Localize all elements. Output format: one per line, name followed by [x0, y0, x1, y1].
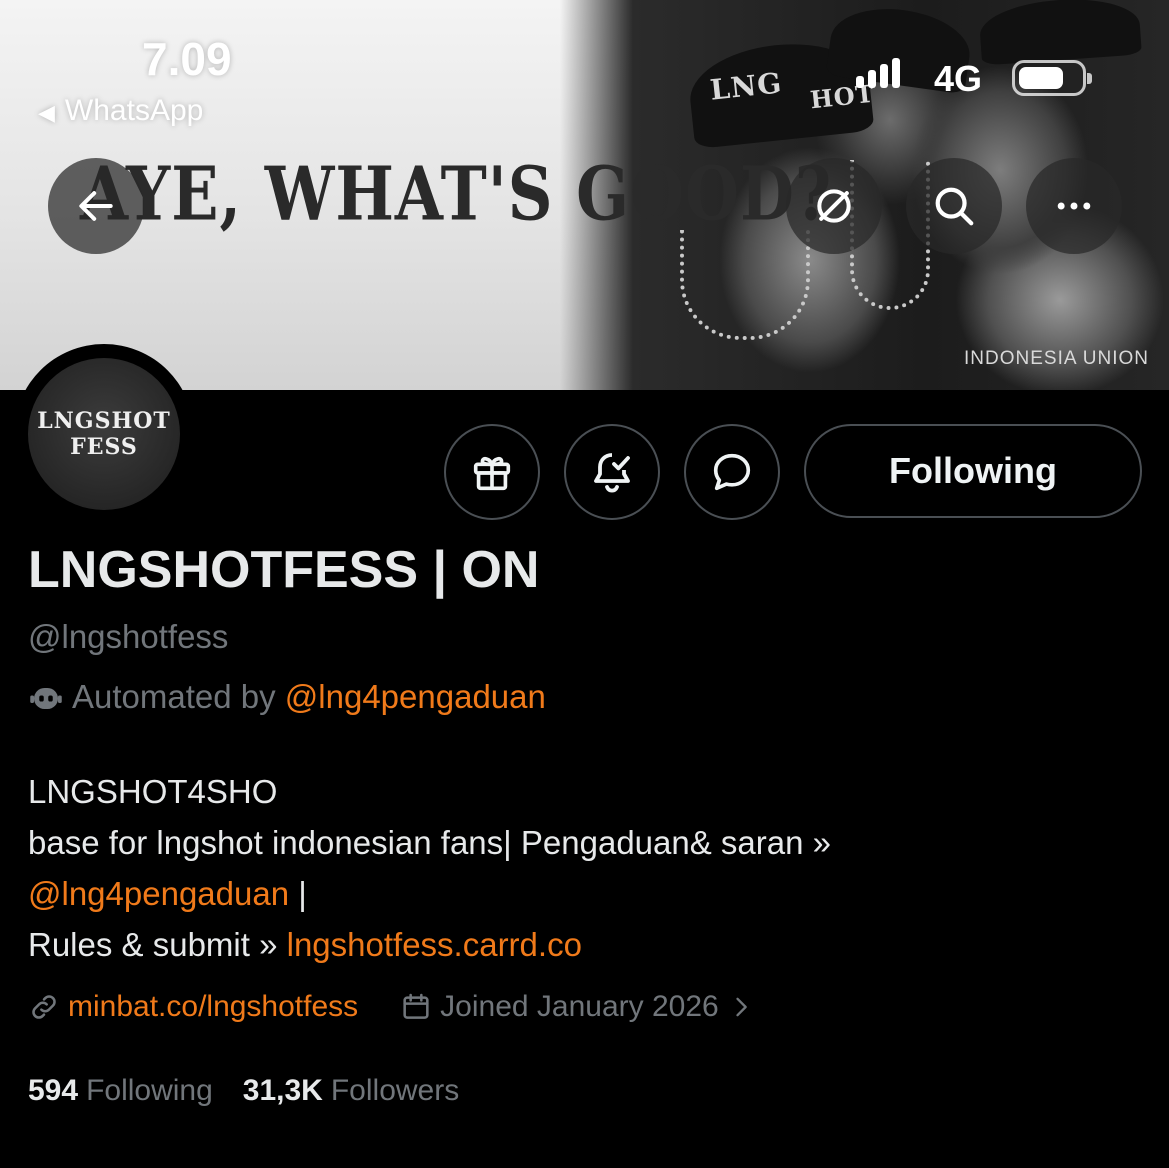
banner-cap: [978, 0, 1142, 66]
joined-date: Joined January 2026: [440, 990, 719, 1023]
back-app-label: WhatsApp: [64, 94, 204, 127]
back-button[interactable]: [48, 158, 144, 254]
back-to-app-link[interactable]: ◀ WhatsApp: [38, 94, 203, 128]
bio-line: @lng4pengaduan |: [28, 868, 831, 919]
robot-icon: [30, 688, 62, 709]
message-button[interactable]: [684, 424, 780, 520]
more-dots-icon: [1057, 202, 1091, 210]
arrow-left-icon: [79, 191, 113, 221]
gift-button[interactable]: [444, 424, 540, 520]
website-link[interactable]: minbat.co/lngshotfess: [68, 990, 358, 1024]
notifications-button[interactable]: [564, 424, 660, 520]
avatar[interactable]: LNGSHOT FESS: [28, 358, 180, 510]
bio-rules-prefix: Rules & submit »: [28, 926, 287, 963]
slashed-circle-icon: [817, 189, 851, 223]
bio-line: LNGSHOT4SHO: [28, 773, 278, 810]
chevron-right-icon: [736, 997, 747, 1017]
follow-stats: 594 Following 31,3K Followers: [28, 1074, 459, 1108]
automated-prefix: Automated by: [72, 678, 276, 715]
following-count: 594: [28, 1074, 79, 1107]
message-bubble-icon: [713, 453, 751, 491]
joined-item[interactable]: Joined January 2026: [400, 990, 755, 1024]
link-icon: [32, 995, 56, 1019]
gift-icon: [473, 456, 511, 491]
banner-chain: [680, 230, 810, 340]
grok-button[interactable]: [786, 158, 882, 254]
website-item[interactable]: minbat.co/lngshotfess: [28, 990, 358, 1024]
bio-mention-link[interactable]: @lng4pengaduan: [28, 875, 289, 912]
followers-stat[interactable]: 31,3K Followers: [243, 1074, 459, 1108]
profile-bio: LNGSHOT4SHO base for lngshot indonesian …: [28, 766, 831, 970]
avatar-logo-line: LNGSHOT: [37, 408, 171, 434]
calendar-icon: [403, 993, 429, 1019]
following-button[interactable]: Following: [804, 424, 1142, 518]
banner-slogan: AYE, WHAT'S GOOD?: [80, 150, 833, 238]
status-time: 7.09: [142, 33, 232, 85]
bio-line: base for lngshot indonesian fans| Pengad…: [28, 824, 831, 861]
bio-mention-suffix: |: [289, 875, 307, 912]
bio-line: Rules & submit » lngshotfess.carrd.co: [28, 919, 831, 970]
automated-by-link[interactable]: @lng4pengaduan: [285, 678, 546, 716]
profile-meta: minbat.co/lngshotfess Joined January 202…: [28, 990, 755, 1024]
avatar-logo-line: FESS: [70, 434, 138, 460]
banner-watermark: INDONESIA UNION: [964, 348, 1149, 369]
search-button[interactable]: [906, 158, 1002, 254]
more-button[interactable]: [1026, 158, 1122, 254]
bell-check-icon: [594, 453, 630, 493]
profile-page: LNG HOT INDONESIA UNION AYE, WHAT'S GOOD…: [0, 0, 1169, 1168]
battery-icon: [1012, 60, 1092, 96]
following-stat[interactable]: 594 Following: [28, 1074, 213, 1108]
bio-carrd-link[interactable]: lngshotfess.carrd.co: [287, 926, 582, 963]
following-label: Following: [86, 1074, 213, 1107]
back-triangle-icon: ◀: [38, 100, 55, 125]
search-icon: [935, 187, 974, 226]
automated-label: Automated by @lng4pengaduan: [28, 678, 546, 716]
signal-icon: [856, 58, 900, 88]
followers-label: Followers: [330, 1074, 460, 1107]
display-name: LNGSHOTFESS | ON: [28, 541, 540, 599]
user-handle: @lngshotfess: [28, 618, 229, 655]
avatar-logo: LNGSHOT FESS: [37, 408, 171, 460]
followers-count: 31,3K: [242, 1074, 323, 1107]
network-type: 4G: [934, 58, 983, 99]
